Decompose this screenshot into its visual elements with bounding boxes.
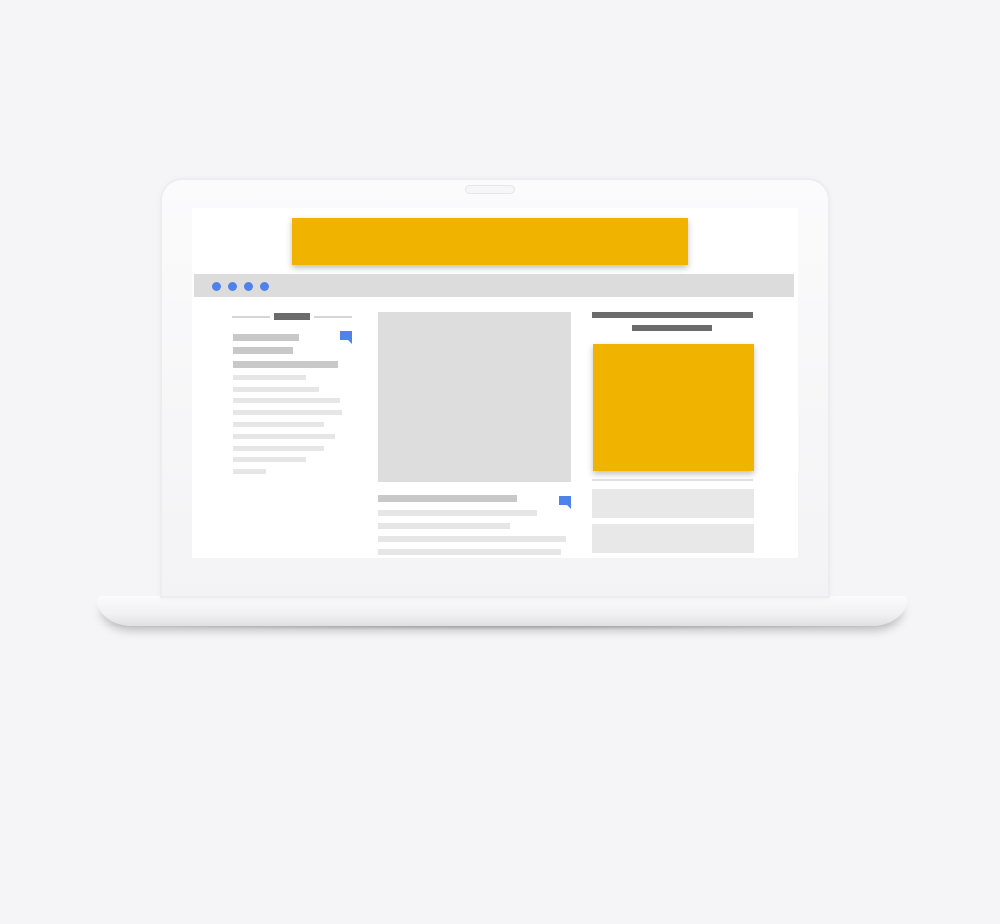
headline-placeholder [233,361,338,368]
text-line-placeholder [233,457,306,462]
sidebar-subtitle-placeholder [632,325,712,331]
divider-left [232,316,270,318]
text-line-placeholder [233,387,319,392]
headline-placeholder [233,334,299,341]
text-line-placeholder [233,410,342,415]
text-line-placeholder [233,434,335,439]
text-line-placeholder [233,446,324,451]
headline-placeholder [378,495,517,502]
text-line-placeholder [378,536,566,542]
sidebar-title-placeholder [592,312,753,318]
sidebar-divider [592,479,753,481]
sidebar-card-placeholder[interactable] [592,524,754,553]
text-line-placeholder [378,523,510,529]
comment-flag-icon[interactable] [559,496,571,509]
text-line-placeholder [233,422,324,427]
sidebar-ad[interactable] [593,344,754,471]
text-line-placeholder [233,375,306,380]
nav-dot-icon[interactable] [212,282,221,291]
nav-dot-icon[interactable] [228,282,237,291]
section-label-placeholder [274,313,310,320]
image-placeholder[interactable] [378,312,571,482]
nav-dot-icon[interactable] [244,282,253,291]
nav-dot-icon[interactable] [260,282,269,291]
sidebar-card-placeholder[interactable] [592,489,754,518]
scene [0,0,1000,924]
top-banner-ad[interactable] [292,218,688,265]
comment-flag-icon[interactable] [340,331,352,344]
text-line-placeholder [233,398,340,403]
nav-bar [194,274,794,297]
text-line-placeholder [233,469,266,474]
text-line-placeholder [378,510,537,516]
text-line-placeholder [378,549,561,555]
laptop-camera [466,186,514,193]
laptop-lid [160,178,830,598]
divider-right [314,316,352,318]
browser-screen [192,208,798,558]
laptop-base [97,596,907,626]
headline-placeholder [233,347,293,354]
